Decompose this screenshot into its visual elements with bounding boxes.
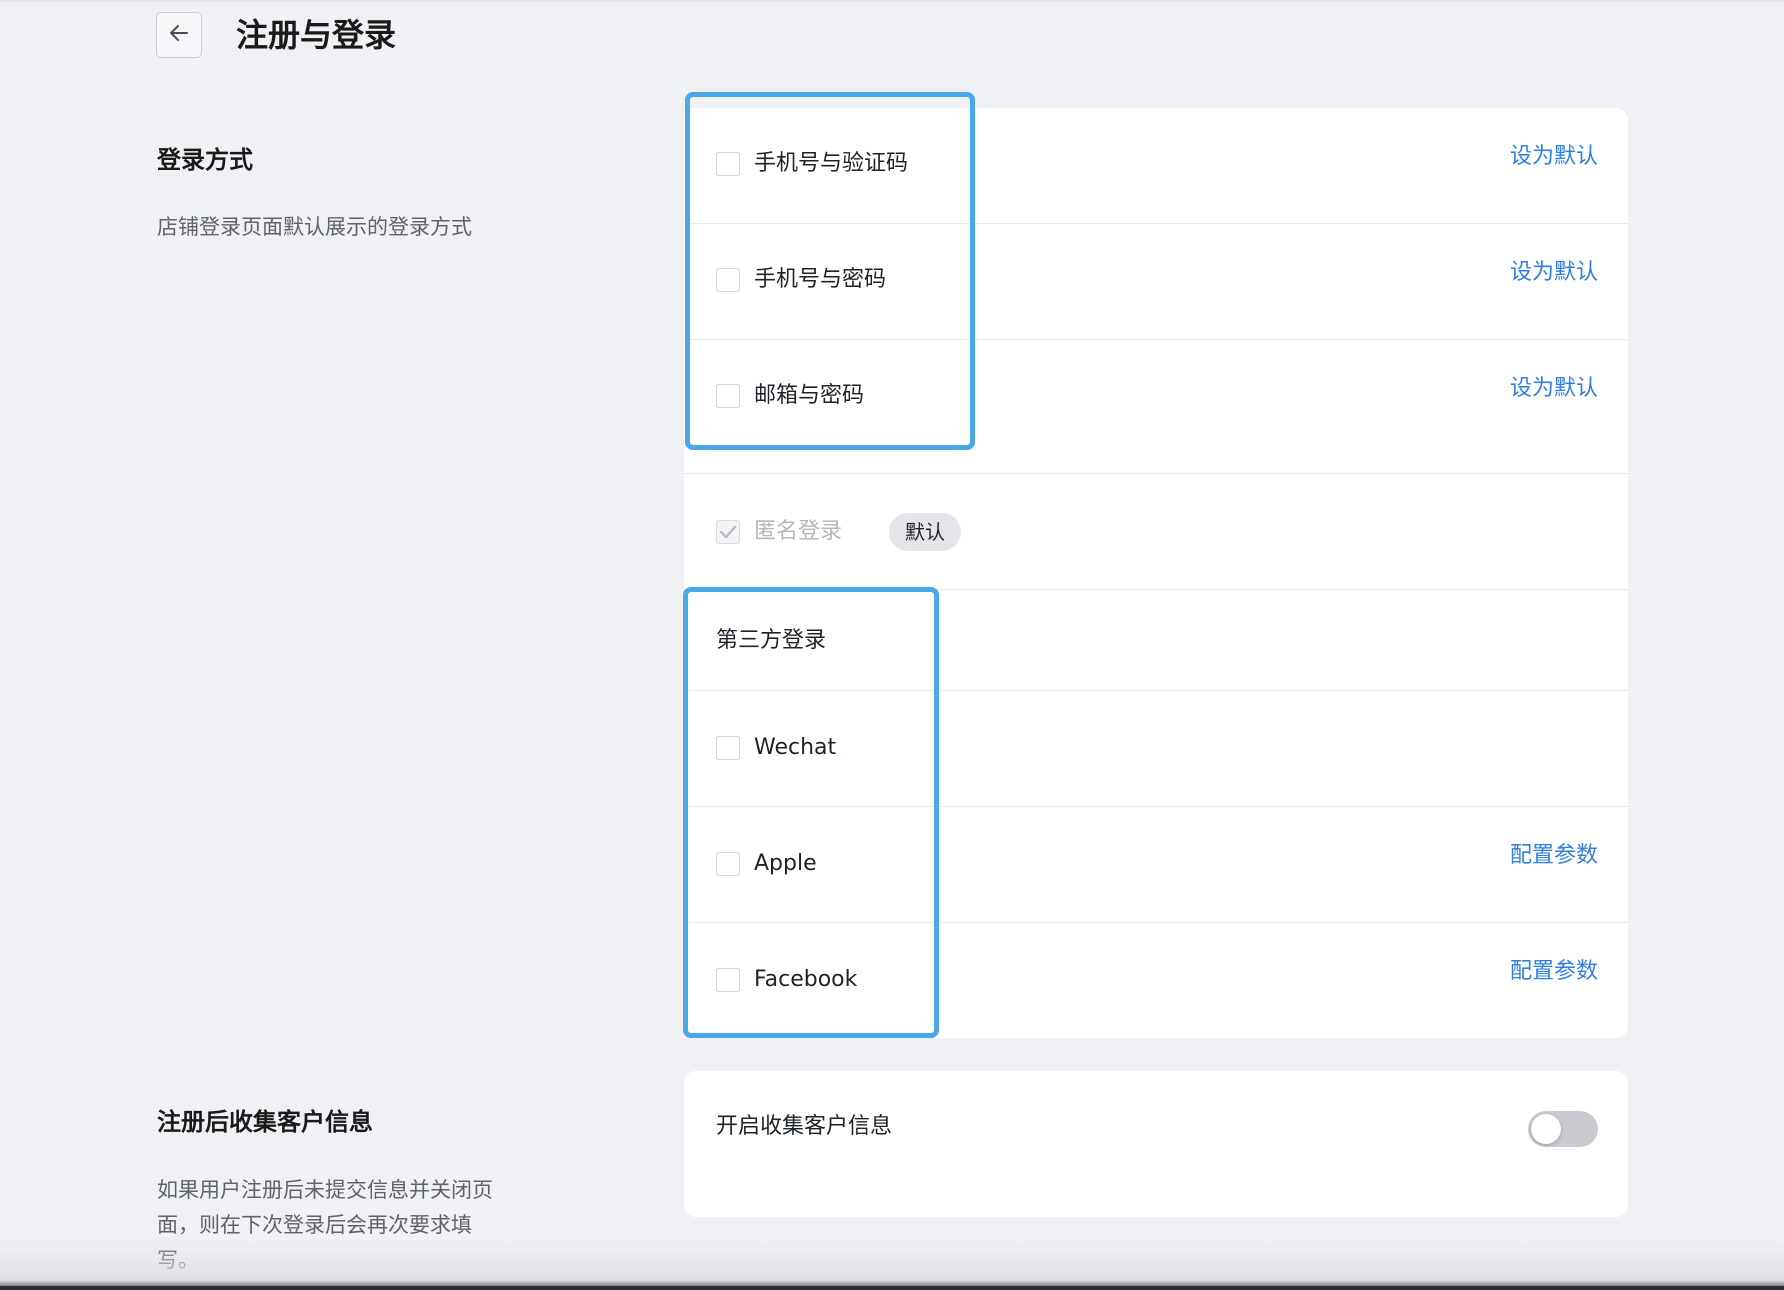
set-default-link[interactable]: 设为默认 [1510,258,1598,288]
configure-params-link[interactable]: 配置参数 [1510,957,1598,987]
login-section-title: 登录方式 [157,146,253,174]
collect-info-label: 开启收集客户信息 [716,1114,893,1139]
third-party-label: Wechat [754,735,837,760]
window-bottom-edge [0,1240,1784,1290]
third-party-heading-row: 第三方登录 [684,590,1628,691]
login-method-checkbox[interactable] [716,268,740,292]
login-methods-card: 手机号与验证码 设为默认 手机号与密码 设为默认 邮箱与密码 设为默认 匿名登录… [684,108,1628,1038]
third-party-checkbox[interactable] [716,852,740,876]
window-bottom-border [0,1286,1784,1290]
login-method-row: 手机号与验证码 设为默认 [684,108,1628,224]
anonymous-login-row: 匿名登录 默认 [684,474,1628,590]
toggle-knob [1531,1114,1561,1144]
back-button[interactable] [156,12,202,58]
top-divider [0,0,1784,2]
third-party-heading: 第三方登录 [716,628,827,653]
login-method-checkbox[interactable] [716,152,740,176]
third-party-checkbox[interactable] [716,968,740,992]
check-icon [719,525,737,539]
anonymous-login-label: 匿名登录 [754,519,843,544]
login-method-row: 邮箱与密码 设为默认 [684,340,1628,474]
login-section-description: 店铺登录页面默认展示的登录方式 [157,215,472,239]
collect-info-toggle[interactable] [1528,1111,1598,1147]
default-badge: 默认 [889,513,961,551]
login-method-label: 手机号与验证码 [754,151,909,176]
set-default-link[interactable]: 设为默认 [1510,374,1598,404]
configure-params-link[interactable]: 配置参数 [1510,841,1598,871]
login-method-label: 手机号与密码 [754,267,887,292]
anonymous-login-checkbox [716,520,740,544]
third-party-label: Facebook [754,967,858,992]
third-party-label: Apple [754,851,817,876]
set-default-link[interactable]: 设为默认 [1510,142,1598,172]
arrow-left-icon [167,21,191,49]
page-title: 注册与登录 [236,16,397,54]
login-method-row: 手机号与密码 设为默认 [684,224,1628,340]
third-party-row: Apple 配置参数 [684,807,1628,923]
third-party-row: Wechat [684,691,1628,807]
collect-section-title: 注册后收集客户信息 [157,1108,373,1136]
collect-info-card: 开启收集客户信息 [684,1071,1628,1217]
login-method-label: 邮箱与密码 [754,383,865,408]
third-party-row: Facebook 配置参数 [684,923,1628,1038]
login-method-checkbox[interactable] [716,384,740,408]
third-party-checkbox[interactable] [716,736,740,760]
